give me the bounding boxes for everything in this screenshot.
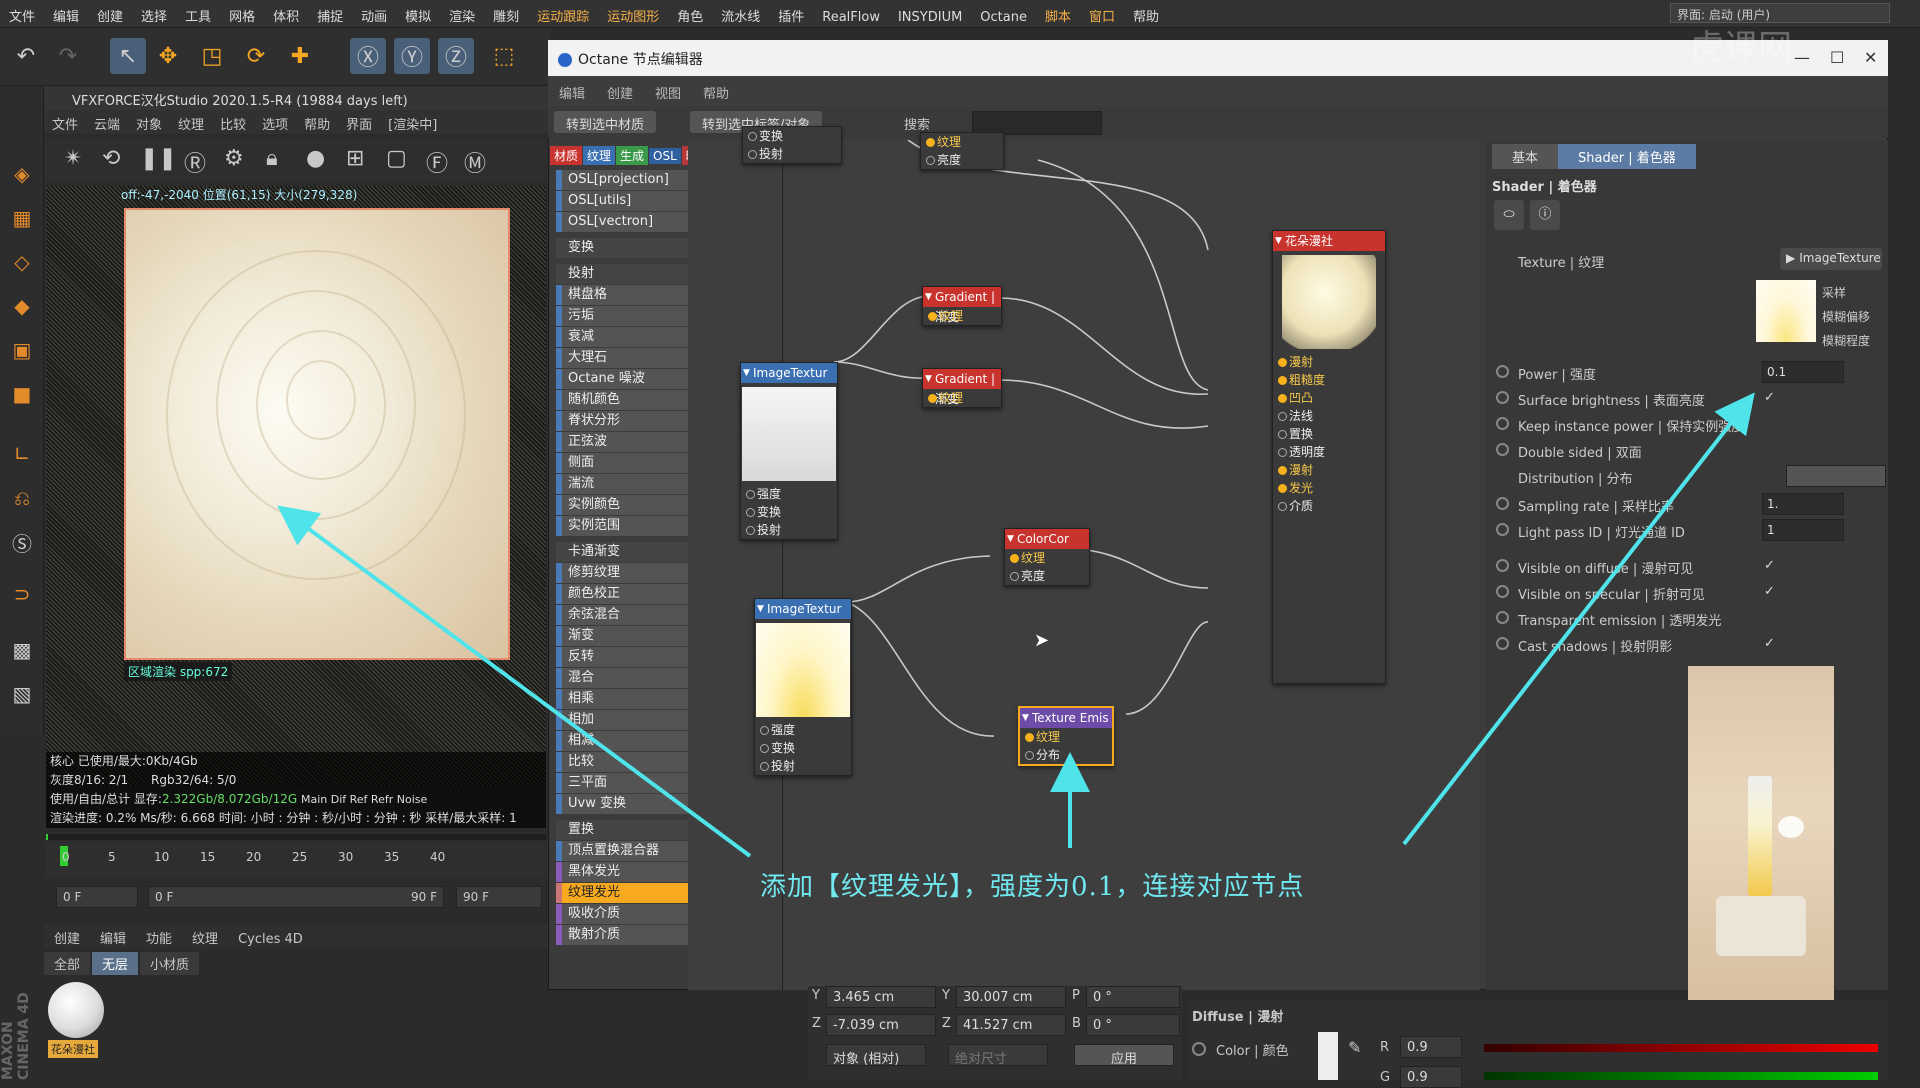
arrow-to-power	[1402, 392, 1755, 846]
tutorial-caption: 添加【纹理发光】，强度为0.1，连接对应节点	[760, 872, 1305, 902]
annotation-arrows	[277, 392, 1755, 858]
watermark-logo: 虎课网	[1690, 28, 1792, 68]
arrow-to-render	[277, 505, 752, 858]
